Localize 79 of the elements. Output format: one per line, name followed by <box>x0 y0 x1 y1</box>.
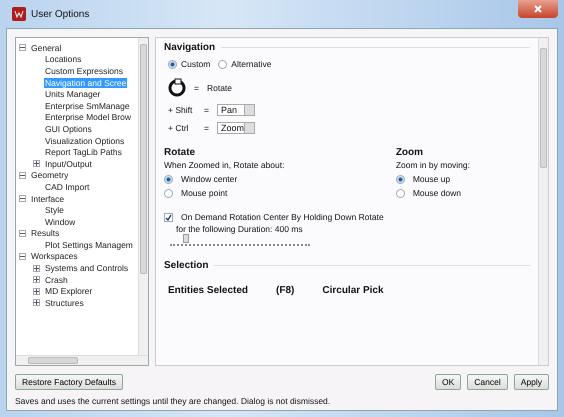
duration-slider[interactable] <box>170 234 310 246</box>
mouse-rotate-icon <box>168 78 186 98</box>
tree-item[interactable]: Locations <box>44 54 82 64</box>
collapse-icon[interactable] <box>19 195 26 202</box>
radio-label: Custom <box>181 59 210 69</box>
tree-item[interactable]: Enterprise SmManage <box>44 100 131 111</box>
expand-icon[interactable] <box>33 160 40 168</box>
tree-item[interactable]: General <box>30 42 62 53</box>
radio-label: Mouse point <box>181 188 228 198</box>
radio-button[interactable] <box>396 174 405 184</box>
tree-item[interactable]: Results <box>30 228 60 238</box>
scrollbar[interactable] <box>16 355 148 365</box>
restore-defaults-button[interactable]: Restore Factory Defaults <box>15 374 124 390</box>
dialog-button[interactable]: Cancel <box>467 374 508 390</box>
tree-item[interactable]: Window <box>44 216 76 227</box>
radio-label: Alternative <box>231 59 272 69</box>
tree-item[interactable]: Enterprise Model Brow <box>44 112 132 122</box>
expand-icon[interactable] <box>33 299 40 306</box>
radio-label: Mouse down <box>412 188 462 198</box>
tree-item[interactable]: MD Explorer <box>44 286 94 296</box>
caption: When Zoomed in, Rotate about: <box>164 160 284 170</box>
radio-button[interactable] <box>396 188 405 198</box>
collapse-icon[interactable] <box>19 172 26 179</box>
section-title: Navigation <box>164 42 216 53</box>
tree-item[interactable]: Custom Expressions <box>44 66 124 76</box>
radio-label: Mouse up <box>412 174 450 184</box>
dialog-button[interactable]: OK <box>434 374 462 390</box>
window-title: User Options <box>31 8 90 20</box>
equals-sign: = <box>204 123 209 133</box>
expand-icon[interactable] <box>33 264 40 272</box>
dropdown[interactable]: Zoom <box>216 122 255 134</box>
column-header: Circular Pick <box>322 285 384 296</box>
radio-button[interactable] <box>168 60 177 68</box>
action-label: Rotate <box>206 83 232 93</box>
app-icon <box>12 7 26 21</box>
column-header: (F8) <box>276 285 294 296</box>
close-icon <box>534 5 542 13</box>
tree-item[interactable]: Visualization Options <box>44 136 126 146</box>
collapse-icon[interactable] <box>19 230 26 237</box>
tree-item[interactable]: Style <box>44 205 65 216</box>
radio-button[interactable] <box>164 188 173 198</box>
tree-item[interactable]: Workspaces <box>30 251 79 262</box>
tree-item[interactable]: Interface <box>30 194 66 204</box>
expand-icon[interactable] <box>33 288 40 295</box>
dialog-button[interactable]: Apply <box>514 374 549 390</box>
equals-sign: = <box>204 105 209 115</box>
tree-item[interactable]: Geometry <box>30 170 70 180</box>
tree-item[interactable]: CAD Import <box>44 182 90 192</box>
scrollbar[interactable] <box>138 38 148 355</box>
radio-label: Window center <box>181 174 238 184</box>
modifier-key-label: + Ctrl <box>168 123 190 133</box>
tree-item[interactable]: Structures <box>44 298 85 308</box>
tree-item[interactable]: Systems and Controls <box>44 263 130 274</box>
tree-item[interactable]: Crash <box>44 274 69 285</box>
radio-button[interactable] <box>164 174 173 184</box>
status-text: Saves and uses the current settings until they are changed. Dialog is not dismissed. <box>15 395 332 408</box>
section-title: Rotate <box>164 147 196 158</box>
modifier-key-label: + Shift <box>168 105 194 115</box>
expand-icon[interactable] <box>33 276 40 284</box>
dropdown[interactable]: Pan <box>216 104 255 116</box>
tree-item[interactable]: Units Manager <box>44 89 102 100</box>
tree-item[interactable]: Plot Settings Managem <box>44 240 134 250</box>
radio-button[interactable] <box>218 60 228 68</box>
tree-item[interactable]: Input/Output <box>44 158 93 169</box>
section-title: Zoom <box>396 147 424 158</box>
column-header: Entities Selected <box>168 285 248 296</box>
section-title: Selection <box>164 260 208 271</box>
equals-sign: = <box>194 83 199 93</box>
collapse-icon[interactable] <box>19 252 26 260</box>
checkbox-label: On Demand Rotation Center By Holding Down Rotate <box>181 212 384 222</box>
scrollbar[interactable] <box>538 38 548 365</box>
close-button[interactable] <box>518 0 558 18</box>
slider-thumb[interactable] <box>183 234 190 243</box>
duration-label: for the following Duration: 400 ms <box>176 224 304 234</box>
caption: Zoom in by moving: <box>396 160 470 170</box>
tree-item[interactable]: Report TagLib Paths <box>44 147 123 158</box>
collapse-icon[interactable] <box>19 44 26 52</box>
checkbox[interactable] <box>164 212 173 222</box>
tree-item[interactable]: GUI Options <box>44 124 93 134</box>
